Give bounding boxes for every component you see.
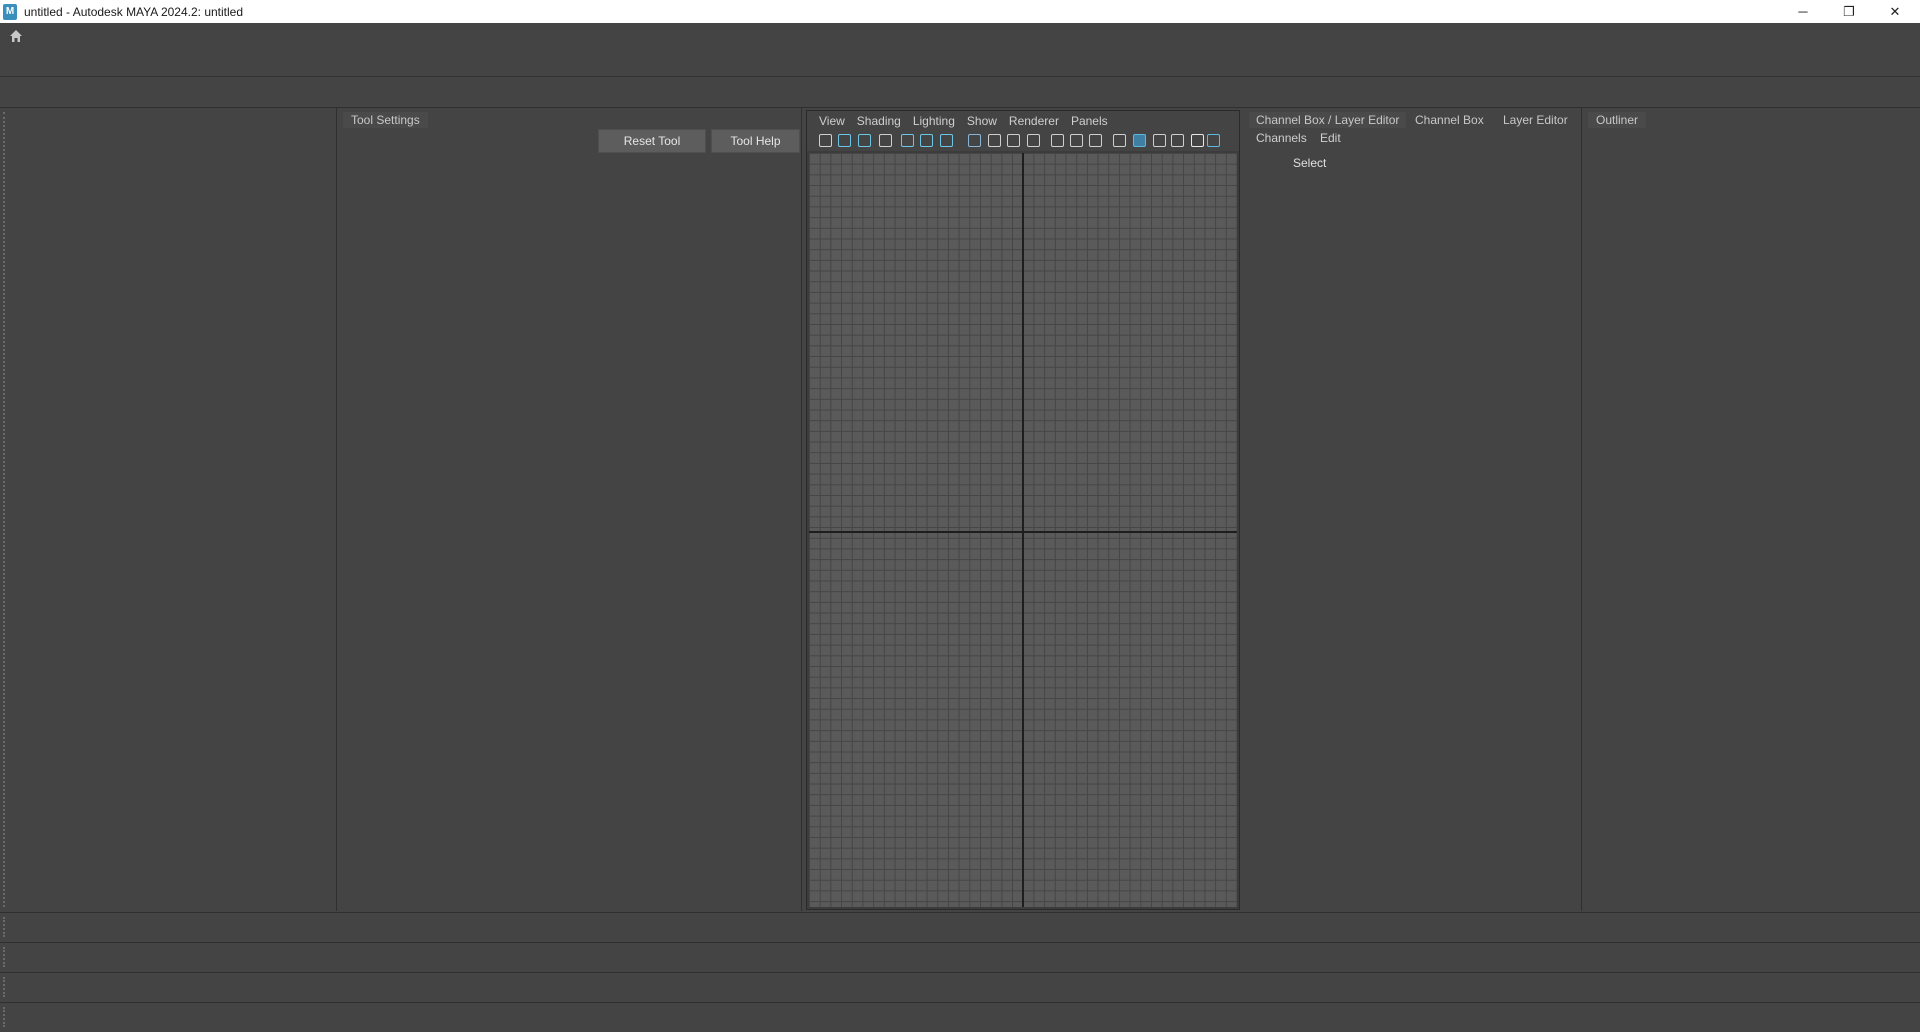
- gate-mask-icon[interactable]: [1027, 134, 1040, 147]
- tab-outliner[interactable]: Outliner: [1588, 112, 1647, 128]
- shadows-icon[interactable]: [1207, 134, 1220, 147]
- menu-edit[interactable]: Edit: [1320, 131, 1341, 145]
- viewport-panel: View Shading Lighting Show Renderer Pane…: [806, 110, 1240, 910]
- menu-renderer[interactable]: Renderer: [1009, 114, 1059, 128]
- menu-channels[interactable]: Channels: [1256, 131, 1307, 145]
- resolution-gate-icon[interactable]: [1007, 134, 1020, 147]
- select-label: Select: [1293, 156, 1327, 170]
- image-plane-icon[interactable]: [901, 134, 914, 147]
- home-icon[interactable]: [8, 28, 24, 44]
- tab-channel-box-layer-editor[interactable]: Channel Box / Layer Editor: [1249, 112, 1407, 128]
- command-line[interactable]: [0, 972, 1920, 1001]
- grease-pencil-icon[interactable]: [940, 134, 953, 147]
- channel-box-panel: Channel Box / Layer Editor Channel Box L…: [1244, 108, 1582, 911]
- command-line-grip-handle[interactable]: [3, 977, 6, 997]
- smooth-shade-icon[interactable]: [1133, 134, 1146, 147]
- minimize-button[interactable]: ─: [1780, 0, 1826, 23]
- maya-app-icon: M: [3, 3, 17, 20]
- 2d-pan-zoom-icon[interactable]: [920, 134, 933, 147]
- camera-attributes-icon[interactable]: [838, 134, 851, 147]
- menu-lighting[interactable]: Lighting: [913, 114, 955, 128]
- tab-layer-editor[interactable]: Layer Editor: [1496, 112, 1575, 128]
- help-line-grip-handle[interactable]: [3, 1007, 6, 1027]
- use-all-lights-icon[interactable]: [1191, 134, 1204, 147]
- range-slider[interactable]: [0, 942, 1920, 971]
- menu-panels[interactable]: Panels: [1071, 114, 1108, 128]
- bookmark-camera-icon[interactable]: [858, 134, 871, 147]
- tab-tool-settings[interactable]: Tool Settings: [343, 112, 428, 128]
- shelf-area: [0, 23, 1920, 77]
- left-panel: [0, 108, 337, 911]
- menu-show[interactable]: Show: [967, 114, 997, 128]
- wireframe-icon[interactable]: [1113, 134, 1126, 147]
- menu-shading[interactable]: Shading: [857, 114, 901, 128]
- textured-icon[interactable]: [1171, 134, 1184, 147]
- field-chart-icon[interactable]: [1051, 134, 1064, 147]
- tool-help-button[interactable]: Tool Help: [711, 129, 800, 153]
- default-material-icon[interactable]: [1153, 134, 1166, 147]
- restore-button[interactable]: ❐: [1826, 0, 1872, 23]
- safe-title-icon[interactable]: [1089, 134, 1102, 147]
- left-panel-grip-handle[interactable]: [3, 112, 6, 907]
- bookmark-icon[interactable]: [879, 134, 892, 147]
- camera-icon[interactable]: [819, 134, 832, 147]
- window-titlebar: M untitled - Autodesk MAYA 2024.2: untit…: [0, 0, 1920, 23]
- status-line: [0, 78, 1920, 108]
- range-slider-grip-handle[interactable]: [3, 947, 6, 967]
- viewport-menu-bar: View Shading Lighting Show Renderer Pane…: [807, 111, 1239, 131]
- outliner-panel: Outliner: [1583, 108, 1920, 911]
- window-title: untitled - Autodesk MAYA 2024.2: untitle…: [24, 4, 244, 19]
- menu-view[interactable]: View: [819, 114, 845, 128]
- film-gate-icon[interactable]: [988, 134, 1001, 147]
- time-slider-grip-handle[interactable]: [3, 917, 6, 937]
- tab-channel-box[interactable]: Channel Box: [1408, 112, 1491, 128]
- tool-settings-panel: Tool Settings Reset Tool Tool Help: [338, 108, 802, 911]
- safe-action-icon[interactable]: [1070, 134, 1083, 147]
- time-slider[interactable]: [0, 912, 1920, 941]
- close-button[interactable]: ✕: [1872, 0, 1918, 23]
- grid-z-axis: [1022, 153, 1024, 907]
- help-line: [0, 1002, 1920, 1032]
- reset-tool-button[interactable]: Reset Tool: [598, 129, 706, 153]
- grid-icon[interactable]: [968, 134, 981, 147]
